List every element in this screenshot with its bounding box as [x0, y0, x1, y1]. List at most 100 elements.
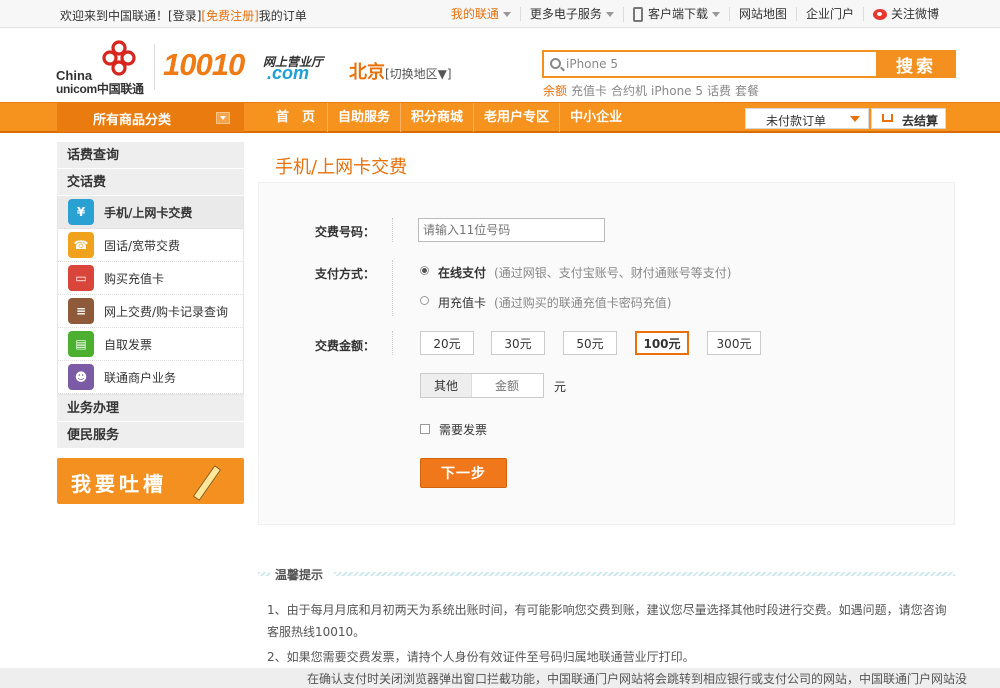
sidebar-item-label: 手机/上网卡交费 — [104, 205, 193, 220]
sidebar-item-merchant[interactable]: ☻ 联通商户业务 — [58, 361, 243, 394]
nav-small-business[interactable]: 中小企业 — [559, 103, 632, 132]
nav-existing-users[interactable]: 老用户专区 — [473, 103, 559, 132]
invoice-checkbox-label[interactable]: 需要发票 — [439, 421, 487, 438]
amount-label: 交费金额： — [315, 339, 376, 353]
sidebar-pay-bill-list: ¥ 手机/上网卡交费 ☎ 固话/宽带交费 ▭ 购买充值卡 ≡ 网上交费/购卡记录… — [57, 196, 244, 395]
chevron-down-icon — [605, 11, 614, 17]
pencil-icon — [192, 465, 222, 501]
search-input[interactable] — [566, 54, 872, 74]
amount-option-50[interactable]: 50元 — [563, 331, 617, 355]
logo-text-unicom: unicom中国联通 — [56, 82, 144, 96]
nav-links: 首 页 自助服务 积分商城 老用户专区 中小企业 — [264, 103, 632, 132]
pay-online-radio[interactable] — [420, 266, 429, 275]
checkout-button[interactable]: 去结算 — [871, 108, 946, 129]
hotword-link[interactable]: 套餐 — [735, 84, 759, 98]
unicom-logo[interactable]: China unicom中国联通 — [56, 40, 156, 96]
currency-unit: 元 — [554, 380, 567, 394]
nav-points-mall[interactable]: 积分商城 — [400, 103, 473, 132]
sidebar-section-business[interactable]: 业务办理 — [57, 395, 244, 422]
my-unicom-menu[interactable]: 我的联通 — [442, 7, 520, 21]
sidebar-item-label: 购买充值卡 — [104, 271, 165, 286]
hotword-link[interactable]: iPhone 5 — [651, 84, 703, 98]
phone-number-input[interactable] — [418, 218, 605, 242]
chevron-down-icon — [216, 112, 230, 124]
nav-home[interactable]: 首 页 — [264, 103, 327, 132]
tips-header: 温馨提示 — [258, 566, 955, 582]
tip-item: 1、由于每月月底和月初两天为系统出账时间，有可能影响您交费到账，建议您尽量选择其… — [267, 603, 947, 639]
next-step-button[interactable]: 下一步 — [420, 458, 507, 488]
tips-divider — [258, 572, 270, 576]
chevron-down-icon — [850, 116, 860, 122]
header-divider — [154, 44, 155, 90]
feedback-banner[interactable]: 我要吐槽 — [57, 458, 244, 504]
client-download-link[interactable]: 客户端下载 — [622, 6, 729, 22]
sidebar-section-bill-query[interactable]: 话费查询 — [57, 142, 244, 169]
tips-title: 温馨提示 — [275, 568, 324, 582]
phone-icon — [632, 6, 643, 22]
pay-method-label: 支付方式： — [315, 267, 376, 281]
unicom-knot-icon — [102, 40, 136, 76]
search-button[interactable]: 搜索 — [876, 50, 956, 78]
brand-com: .com — [267, 63, 310, 83]
checkout-label: 去结算 — [902, 114, 939, 128]
brand-10010[interactable]: 10010 网上营业厅 .com — [163, 47, 323, 84]
sidebar-item-mobile-payment[interactable]: ¥ 手机/上网卡交费 — [58, 196, 243, 229]
other-amount-input[interactable] — [472, 374, 542, 397]
enterprise-portal-label: 企业门户 — [805, 7, 854, 21]
bottom-notice-text: 在确认支付时关闭浏览器弹出窗口拦截功能，中国联通门户网站将会跳转到相应银行或支付… — [307, 672, 968, 686]
sidebar-item-landline-payment[interactable]: ☎ 固话/宽带交费 — [58, 229, 243, 262]
sidebar-item-label: 网上交费/购卡记录查询 — [104, 304, 229, 319]
hotword-link[interactable]: 合约机 — [611, 84, 647, 98]
amount-option-100[interactable]: 100元 — [635, 331, 689, 355]
field-divider — [392, 218, 393, 242]
amount-option-20[interactable]: 20元 — [420, 331, 474, 355]
pay-card-option[interactable]: 用充值卡 (通过购买的联通充值卡密码充值) — [438, 294, 671, 311]
current-city: 北京 — [349, 62, 385, 83]
pay-online-hint: (通过网银、支付宝账号、财付通账号等支付) — [494, 266, 732, 280]
hotword-link[interactable]: 话费 — [707, 84, 731, 98]
more-services-menu[interactable]: 更多电子服务 — [519, 7, 623, 21]
sidebar-item-buy-recharge-card[interactable]: ▭ 购买充值卡 — [58, 262, 243, 295]
register-link[interactable]: [免费注册] — [201, 9, 258, 23]
follow-weibo-link[interactable]: 关注微博 — [862, 7, 948, 21]
sidebar-item-label: 自取发票 — [104, 337, 153, 352]
field-divider — [392, 260, 393, 316]
unpaid-orders-dropdown[interactable]: 未付款订单 — [745, 108, 869, 129]
pay-card-radio[interactable] — [420, 296, 429, 305]
amount-option-300[interactable]: 300元 — [707, 331, 761, 355]
hot-search-words: 余额 充值卡 合约机 iPhone 5 话费 套餐 — [543, 82, 763, 99]
invoice-icon: ▤ — [68, 331, 94, 357]
sidebar-item-record-query[interactable]: ≡ 网上交费/购卡记录查询 — [58, 295, 243, 328]
other-amount-field: 其他 — [420, 373, 544, 398]
feedback-banner-text: 我要吐槽 — [71, 472, 167, 496]
record-query-icon: ≡ — [68, 298, 94, 324]
invoice-checkbox[interactable] — [420, 424, 430, 434]
hotword-link[interactable]: 充值卡 — [571, 84, 607, 98]
pay-online-option[interactable]: 在线支付 (通过网银、支付宝账号、财付通账号等支付) — [438, 264, 731, 281]
weibo-icon — [872, 8, 887, 20]
sidebar-item-invoice[interactable]: ▤ 自取发票 — [58, 328, 243, 361]
mobile-payment-icon: ¥ — [68, 199, 94, 225]
unpaid-orders-label: 未付款订单 — [766, 114, 827, 128]
my-orders-link[interactable]: 我的订单 — [259, 9, 307, 23]
pay-online-label: 在线支付 — [438, 266, 487, 280]
enterprise-portal-link[interactable]: 企业门户 — [795, 7, 863, 21]
telephone-icon: ☎ — [68, 232, 94, 258]
welcome-message: 欢迎来到中国联通！ — [60, 9, 169, 23]
nav-self-service[interactable]: 自助服务 — [327, 103, 400, 132]
bottom-notice-bar: 在确认支付时关闭浏览器弹出窗口拦截功能，中国联通门户网站将会跳转到相应银行或支付… — [0, 668, 1000, 688]
login-link[interactable]: [登录] — [168, 9, 201, 23]
chevron-down-icon — [711, 11, 720, 17]
other-amount-label: 其他 — [421, 374, 472, 397]
all-categories-menu[interactable]: 所有商品分类 — [57, 103, 244, 132]
amount-option-30[interactable]: 30元 — [491, 331, 545, 355]
sidebar-section-pay-bill[interactable]: 交话费 — [57, 169, 244, 196]
sidebar-section-convenience[interactable]: 便民服务 — [57, 422, 244, 449]
brand-number: 10010 — [163, 47, 245, 82]
switch-region-link[interactable]: [切换地区▼] — [385, 65, 452, 82]
hotword-link[interactable]: 余额 — [543, 84, 567, 98]
top-bar: 欢迎来到中国联通！[登录][免费注册]我的订单 我的联通 更多电子服务 客户端下… — [0, 0, 1000, 28]
site-map-link[interactable]: 网站地图 — [728, 7, 796, 21]
welcome-text: 欢迎来到中国联通！[登录][免费注册]我的订单 — [60, 7, 307, 24]
top-right-links: 我的联通 更多电子服务 客户端下载 网站地图 企业门户 关注微博 — [442, 0, 948, 28]
